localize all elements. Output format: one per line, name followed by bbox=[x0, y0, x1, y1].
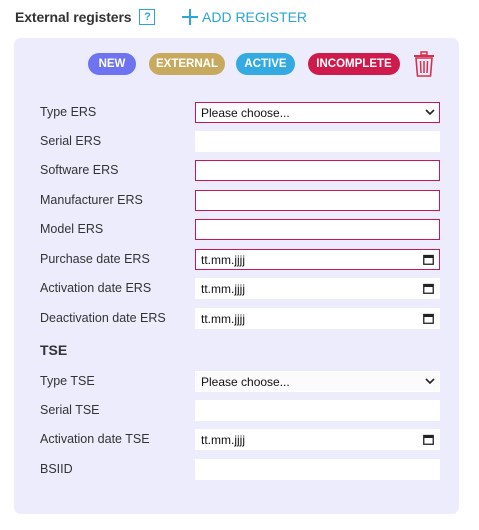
page-title: External registers bbox=[15, 9, 132, 25]
calendar-icon[interactable] bbox=[423, 254, 434, 265]
deactivation-date-ers-value: tt.mm.jjjj bbox=[201, 311, 245, 326]
activation-date-tse-input[interactable]: tt.mm.jjjj bbox=[195, 429, 440, 450]
bsiid-input[interactable] bbox=[195, 459, 440, 480]
deactivation-date-ers-label: Deactivation date ERS bbox=[40, 311, 166, 325]
type-ers-select[interactable]: Please choose... bbox=[195, 102, 440, 123]
manufacturer-ers-label: Manufacturer ERS bbox=[40, 193, 143, 207]
software-ers-label: Software ERS bbox=[40, 163, 119, 177]
type-tse-label: Type TSE bbox=[40, 374, 95, 388]
activation-date-ers-value: tt.mm.jjjj bbox=[201, 281, 245, 296]
type-tse-select[interactable]: Please choose... bbox=[195, 371, 440, 392]
serial-ers-input[interactable] bbox=[195, 131, 440, 152]
header: External registers ? bbox=[15, 7, 156, 27]
activation-date-tse-value: tt.mm.jjjj bbox=[201, 432, 245, 447]
calendar-icon[interactable] bbox=[423, 434, 434, 445]
activation-date-ers-label: Activation date ERS bbox=[40, 281, 152, 295]
type-tse-value: Please choose... bbox=[201, 374, 290, 389]
serial-ers-label: Serial ERS bbox=[40, 134, 102, 148]
activation-date-tse-label: Activation date TSE bbox=[40, 432, 150, 446]
plus-icon bbox=[182, 9, 198, 25]
badge-active: ACTIVE bbox=[236, 53, 295, 75]
model-ers-label: Model ERS bbox=[40, 222, 104, 236]
badge-new: NEW bbox=[88, 53, 136, 75]
bsiid-label: BSIID bbox=[40, 462, 73, 476]
purchase-date-ers-label: Purchase date ERS bbox=[40, 252, 150, 266]
register-card: NEW EXTERNAL ACTIVE INCOMPLETE Type ERS … bbox=[14, 38, 459, 514]
chevron-down-icon bbox=[425, 109, 435, 116]
serial-tse-input[interactable] bbox=[195, 400, 440, 421]
help-icon[interactable]: ? bbox=[139, 9, 156, 25]
tse-heading: TSE bbox=[40, 342, 68, 358]
type-ers-label: Type ERS bbox=[40, 105, 97, 119]
manufacturer-ers-input[interactable] bbox=[195, 190, 440, 211]
trash-icon[interactable] bbox=[413, 51, 435, 77]
model-ers-input[interactable] bbox=[195, 219, 440, 240]
activation-date-ers-input[interactable]: tt.mm.jjjj bbox=[195, 278, 440, 299]
add-register-label: ADD REGISTER bbox=[202, 9, 308, 25]
add-register-button[interactable]: ADD REGISTER bbox=[182, 7, 307, 27]
software-ers-input[interactable] bbox=[195, 160, 440, 181]
badge-external: EXTERNAL bbox=[149, 53, 225, 75]
badge-incomplete: INCOMPLETE bbox=[308, 53, 400, 75]
deactivation-date-ers-input[interactable]: tt.mm.jjjj bbox=[195, 308, 440, 329]
chevron-down-icon bbox=[425, 378, 435, 385]
type-ers-value: Please choose... bbox=[201, 105, 290, 120]
purchase-date-ers-input[interactable]: tt.mm.jjjj bbox=[195, 249, 440, 270]
calendar-icon[interactable] bbox=[423, 313, 434, 324]
calendar-icon[interactable] bbox=[423, 283, 434, 294]
purchase-date-ers-value: tt.mm.jjjj bbox=[201, 252, 245, 267]
serial-tse-label: Serial TSE bbox=[40, 403, 100, 417]
